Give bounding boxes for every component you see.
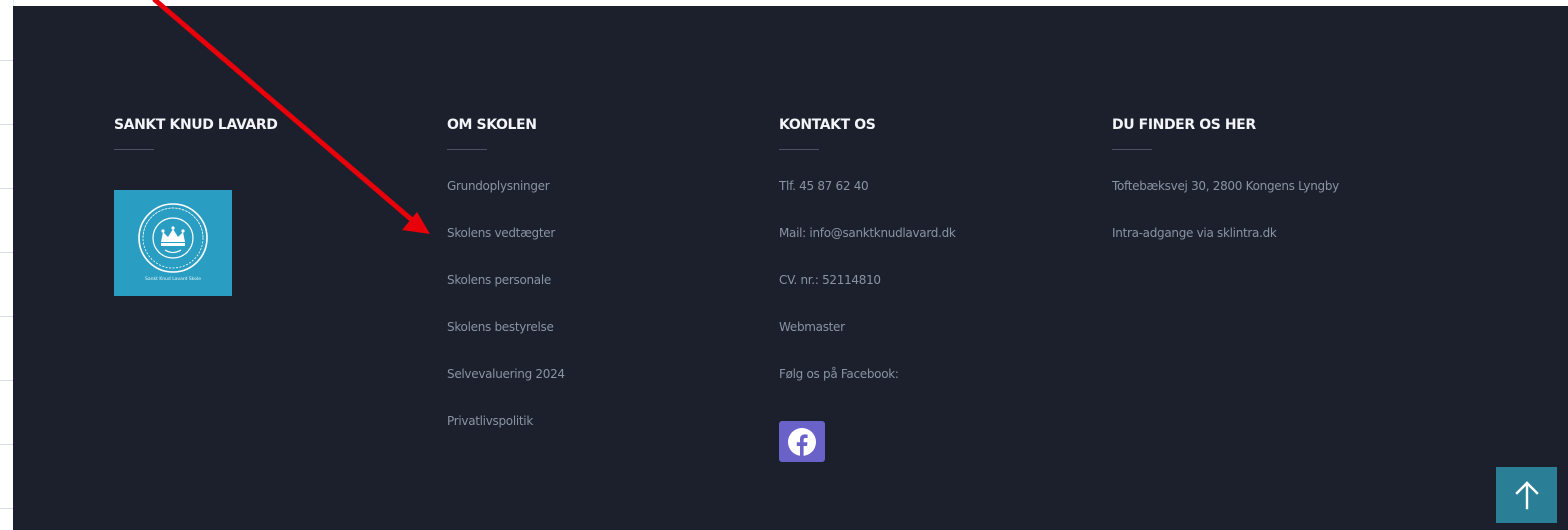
facebook-icon (788, 427, 816, 456)
footer-link-grundoplysninger[interactable]: Grundoplysninger (447, 178, 550, 194)
heading-divider (1112, 149, 1152, 150)
contact-webmaster[interactable]: Webmaster (779, 319, 845, 335)
contact-facebook-label: Følg os på Facebook: (779, 367, 899, 381)
footer-column-school: SANKT KNUD LAVARD Sankt Knud Lavard Skol… (114, 116, 278, 296)
column-heading: DU FINDER OS HER (1112, 117, 1256, 133)
column-heading: KONTAKT OS (779, 117, 876, 133)
strip-divider (0, 380, 13, 381)
left-page-strip (0, 0, 14, 530)
heading-divider (114, 149, 154, 150)
column-heading: SANKT KNUD LAVARD (114, 117, 278, 133)
heading-divider (779, 149, 819, 150)
strip-divider (0, 124, 13, 125)
scroll-to-top-button[interactable] (1496, 467, 1557, 523)
strip-divider (0, 508, 13, 509)
school-logo[interactable]: Sankt Knud Lavard Skole (114, 190, 232, 296)
footer-column-location: DU FINDER OS HER Toftebæksvej 30, 2800 K… (1112, 116, 1339, 240)
strip-divider (0, 188, 13, 189)
heading-divider (447, 149, 487, 150)
location-intra-link[interactable]: Intra-adgange via sklintra.dk (1112, 225, 1277, 241)
strip-divider (0, 316, 13, 317)
footer-link-bestyrelse[interactable]: Skolens bestyrelse (447, 319, 554, 335)
arrow-up-icon (1514, 481, 1539, 510)
site-footer: SANKT KNUD LAVARD Sankt Knud Lavard Skol… (13, 6, 1568, 530)
footer-link-selvevaluering[interactable]: Selvevaluering 2024 (447, 366, 565, 382)
footer-column-about: OM SKOLEN Grundoplysninger Skolens vedtæ… (447, 116, 565, 428)
strip-divider (0, 252, 13, 253)
location-address[interactable]: Toftebæksvej 30, 2800 Kongens Lyngby (1112, 178, 1339, 194)
column-heading: OM SKOLEN (447, 117, 537, 133)
school-seal-icon (138, 203, 208, 273)
facebook-button[interactable] (779, 421, 825, 462)
footer-link-privatlivspolitik[interactable]: Privatlivspolitik (447, 413, 533, 429)
footer-link-personale[interactable]: Skolens personale (447, 272, 551, 288)
strip-divider (0, 444, 13, 445)
logo-caption: Sankt Knud Lavard Skole (144, 277, 202, 282)
strip-divider (0, 60, 13, 61)
contact-cvr: CV. nr.: 52114810 (779, 273, 881, 287)
footer-link-vedtaegter[interactable]: Skolens vedtægter (447, 225, 555, 241)
contact-phone[interactable]: Tlf. 45 87 62 40 (779, 178, 869, 194)
footer-column-contact: KONTAKT OS Tlf. 45 87 62 40 Mail: info@s… (779, 116, 956, 462)
contact-mail[interactable]: Mail: info@sanktknudlavard.dk (779, 225, 956, 241)
